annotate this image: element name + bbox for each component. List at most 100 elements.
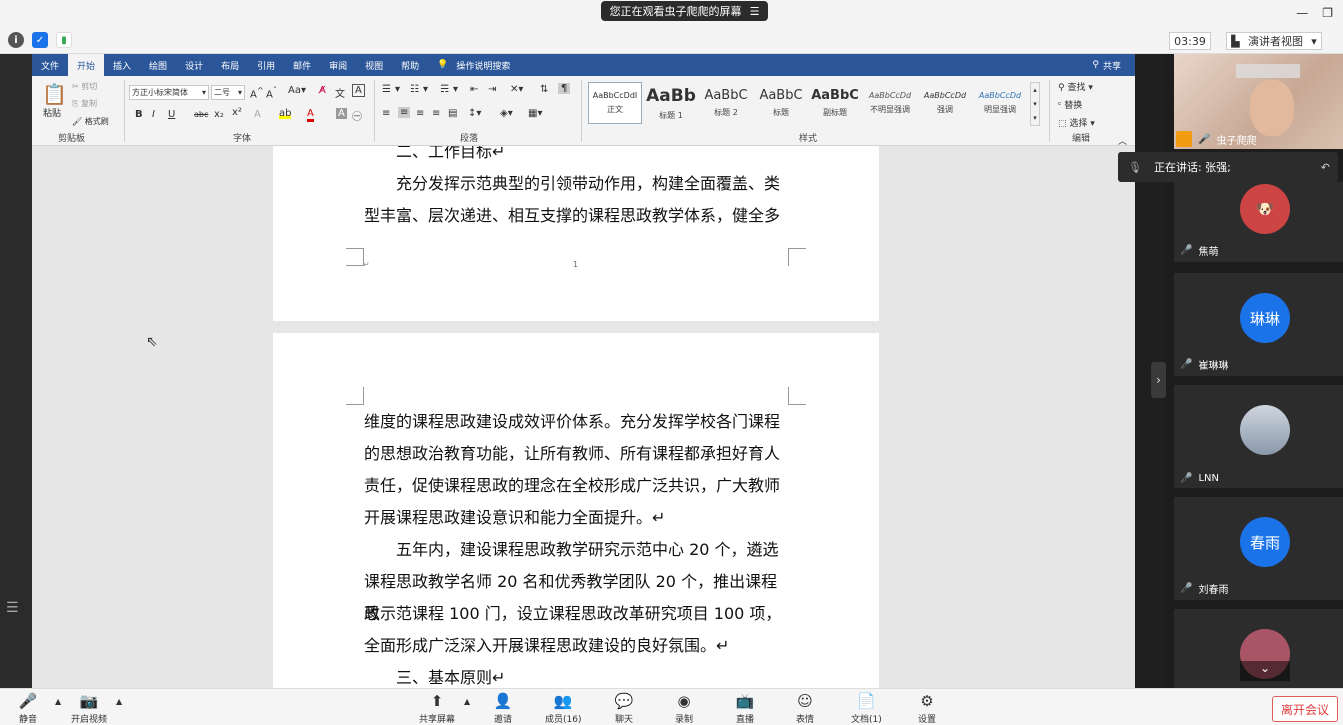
- tab-mailings[interactable]: 邮件: [284, 54, 320, 76]
- bullets-icon[interactable]: ☰▾: [382, 84, 404, 95]
- chinese-layout-icon[interactable]: ✕▾: [510, 84, 523, 95]
- borders-icon[interactable]: ▦▾: [528, 108, 542, 119]
- copy-button[interactable]: ⎘ 复制: [72, 98, 97, 109]
- chat-button[interactable]: 💬 聊天: [614, 691, 634, 725]
- enclose-char-icon[interactable]: ㊀: [352, 108, 362, 123]
- tab-file[interactable]: 文件: [32, 54, 68, 76]
- replace-button[interactable]: ᶜ 替换: [1058, 98, 1082, 111]
- members-button[interactable]: 👥 成员(16): [545, 691, 581, 725]
- settings-button[interactable]: ⚙ 设置: [917, 691, 937, 725]
- style-heading-1[interactable]: AaBb 标题 1: [644, 82, 698, 124]
- align-left-icon[interactable]: ≡: [382, 108, 390, 119]
- participant-tile[interactable]: 🐶 🎤 焦萌: [1174, 182, 1343, 262]
- shield-icon[interactable]: ✓: [32, 32, 48, 48]
- list-icon[interactable]: ☰: [6, 600, 19, 616]
- page-number: 1: [573, 260, 579, 269]
- italic-icon[interactable]: I: [152, 109, 155, 120]
- participant-tile[interactable]: 琳琳 🎤 崔琳琳: [1174, 273, 1343, 376]
- tab-draw[interactable]: 绘图: [140, 54, 176, 76]
- subscript-icon[interactable]: x₂: [214, 109, 224, 120]
- style-heading-2[interactable]: AaBbC 标题 2: [699, 82, 753, 124]
- reply-icon[interactable]: ↶: [1321, 161, 1330, 174]
- highlight-icon[interactable]: ab: [279, 108, 292, 119]
- paste-label[interactable]: 粘贴: [43, 106, 61, 119]
- distributed-icon[interactable]: ▤: [448, 108, 457, 119]
- style-normal[interactable]: AaBbCcDdI 正文: [588, 82, 642, 124]
- tab-view[interactable]: 视图: [356, 54, 392, 76]
- sort-icon[interactable]: ⇅: [540, 84, 548, 95]
- strikethrough-icon[interactable]: abc: [194, 110, 208, 119]
- leave-meeting-button[interactable]: 离开会议: [1272, 696, 1338, 722]
- share-options-icon[interactable]: ▲: [464, 697, 470, 706]
- style-title[interactable]: AaBbC 标题: [754, 82, 808, 124]
- emoji-button[interactable]: ☺ 表情: [795, 691, 815, 725]
- styles-scroll[interactable]: ▴ ▾ ▾: [1030, 82, 1040, 126]
- find-button[interactable]: ⚲ 查找 ▾: [1058, 80, 1093, 93]
- minimize-icon[interactable]: —: [1296, 6, 1308, 20]
- font-name-combo[interactable]: 方正小标宋简体 ▾: [129, 85, 209, 100]
- collapse-gallery-button[interactable]: ›: [1151, 362, 1166, 398]
- multilevel-list-icon[interactable]: ☴▾: [440, 84, 462, 95]
- participant-tile[interactable]: 春雨 🎤 刘春雨: [1174, 497, 1343, 600]
- share-screen-button[interactable]: ⬆ 共享屏幕: [419, 691, 455, 725]
- style-subtitle[interactable]: AaBbC 副标题: [808, 82, 862, 124]
- grow-font-icon[interactable]: A^: [250, 85, 264, 100]
- screen-share-banner[interactable]: 您正在观看虫子爬爬的屏幕 ☰: [601, 1, 768, 21]
- presenter-video[interactable]: 🎤 虫子爬爬: [1174, 54, 1343, 149]
- phonetic-icon[interactable]: 文: [335, 85, 345, 100]
- clear-format-icon[interactable]: A̸: [319, 85, 326, 96]
- start-video-button[interactable]: 📷 开启视频: [71, 691, 107, 725]
- style-emphasis[interactable]: AaBbCcDd 强调: [918, 82, 972, 124]
- superscript-icon[interactable]: x²: [232, 107, 242, 118]
- style-intense-emphasis[interactable]: AaBbCcDd 明显强调: [973, 82, 1027, 124]
- participant-tile[interactable]: ⌄: [1174, 609, 1343, 688]
- paste-icon[interactable]: 📋: [42, 82, 67, 106]
- mute-button[interactable]: 🎤 静音: [18, 691, 38, 725]
- decrease-indent-icon[interactable]: ⇤: [470, 84, 478, 95]
- increase-indent-icon[interactable]: ⇥: [488, 84, 496, 95]
- document-canvas[interactable]: 二、工作目标↵ 充分发挥示范典型的引领带动作用，构建全面覆盖、类 型丰富、层次递…: [32, 146, 1135, 688]
- invite-button[interactable]: 👤 邀请: [493, 691, 513, 725]
- info-icon[interactable]: i: [8, 32, 24, 48]
- video-options-icon[interactable]: ▲: [116, 697, 122, 706]
- justify-icon[interactable]: ≡: [432, 108, 440, 119]
- format-painter-button[interactable]: 🖌 格式刷: [72, 116, 109, 127]
- tab-insert[interactable]: 插入: [104, 54, 140, 76]
- signal-icon[interactable]: ▮: [56, 32, 72, 48]
- char-border-icon[interactable]: A: [352, 84, 365, 97]
- tab-design[interactable]: 设计: [176, 54, 212, 76]
- menu-icon[interactable]: ☰: [750, 5, 760, 18]
- select-button[interactable]: ⬚ 选择 ▾: [1058, 116, 1095, 129]
- char-shading-icon[interactable]: A: [336, 108, 347, 119]
- scroll-down-icon[interactable]: ⌄: [1240, 661, 1290, 681]
- shrink-font-icon[interactable]: Aˇ: [266, 85, 277, 100]
- tab-references[interactable]: 引用: [248, 54, 284, 76]
- font-color-icon[interactable]: A: [307, 108, 314, 122]
- view-mode-button[interactable]: ▙ 演讲者视图 ▾: [1226, 32, 1322, 50]
- share-button[interactable]: ⚲ 共享: [1092, 59, 1121, 72]
- audio-options-icon[interactable]: ▲: [55, 697, 61, 706]
- tab-help[interactable]: 帮助: [392, 54, 428, 76]
- tab-layout[interactable]: 布局: [212, 54, 248, 76]
- tell-me-search[interactable]: 💡 操作说明搜索: [428, 54, 519, 76]
- text-effects-icon[interactable]: A: [254, 109, 261, 120]
- underline-icon[interactable]: U: [168, 109, 175, 120]
- record-button[interactable]: ◉ 录制: [674, 691, 694, 725]
- style-subtle-emphasis[interactable]: AaBbCcDd 不明显强调: [863, 82, 917, 124]
- font-size-combo[interactable]: 二号 ▾: [211, 85, 245, 100]
- change-case-icon[interactable]: Aa▾: [288, 85, 306, 96]
- live-button[interactable]: 📺 直播: [735, 691, 755, 725]
- restore-icon[interactable]: ❐: [1322, 6, 1333, 20]
- line-spacing-icon[interactable]: ↕▾: [468, 108, 481, 119]
- shading-icon[interactable]: ◈▾: [500, 108, 513, 119]
- show-marks-icon[interactable]: ¶: [558, 83, 571, 94]
- tab-review[interactable]: 审阅: [320, 54, 356, 76]
- tab-home[interactable]: 开始: [68, 54, 105, 76]
- bold-icon[interactable]: B: [135, 109, 143, 120]
- documents-button[interactable]: 📄 文档(1): [851, 691, 882, 725]
- align-right-icon[interactable]: ≡: [416, 108, 424, 119]
- cut-button[interactable]: ✂ 剪切: [72, 81, 97, 92]
- numbering-icon[interactable]: ☷▾: [410, 84, 432, 95]
- participant-tile[interactable]: 🎤 LNN: [1174, 385, 1343, 488]
- align-center-icon[interactable]: ≡: [398, 107, 411, 118]
